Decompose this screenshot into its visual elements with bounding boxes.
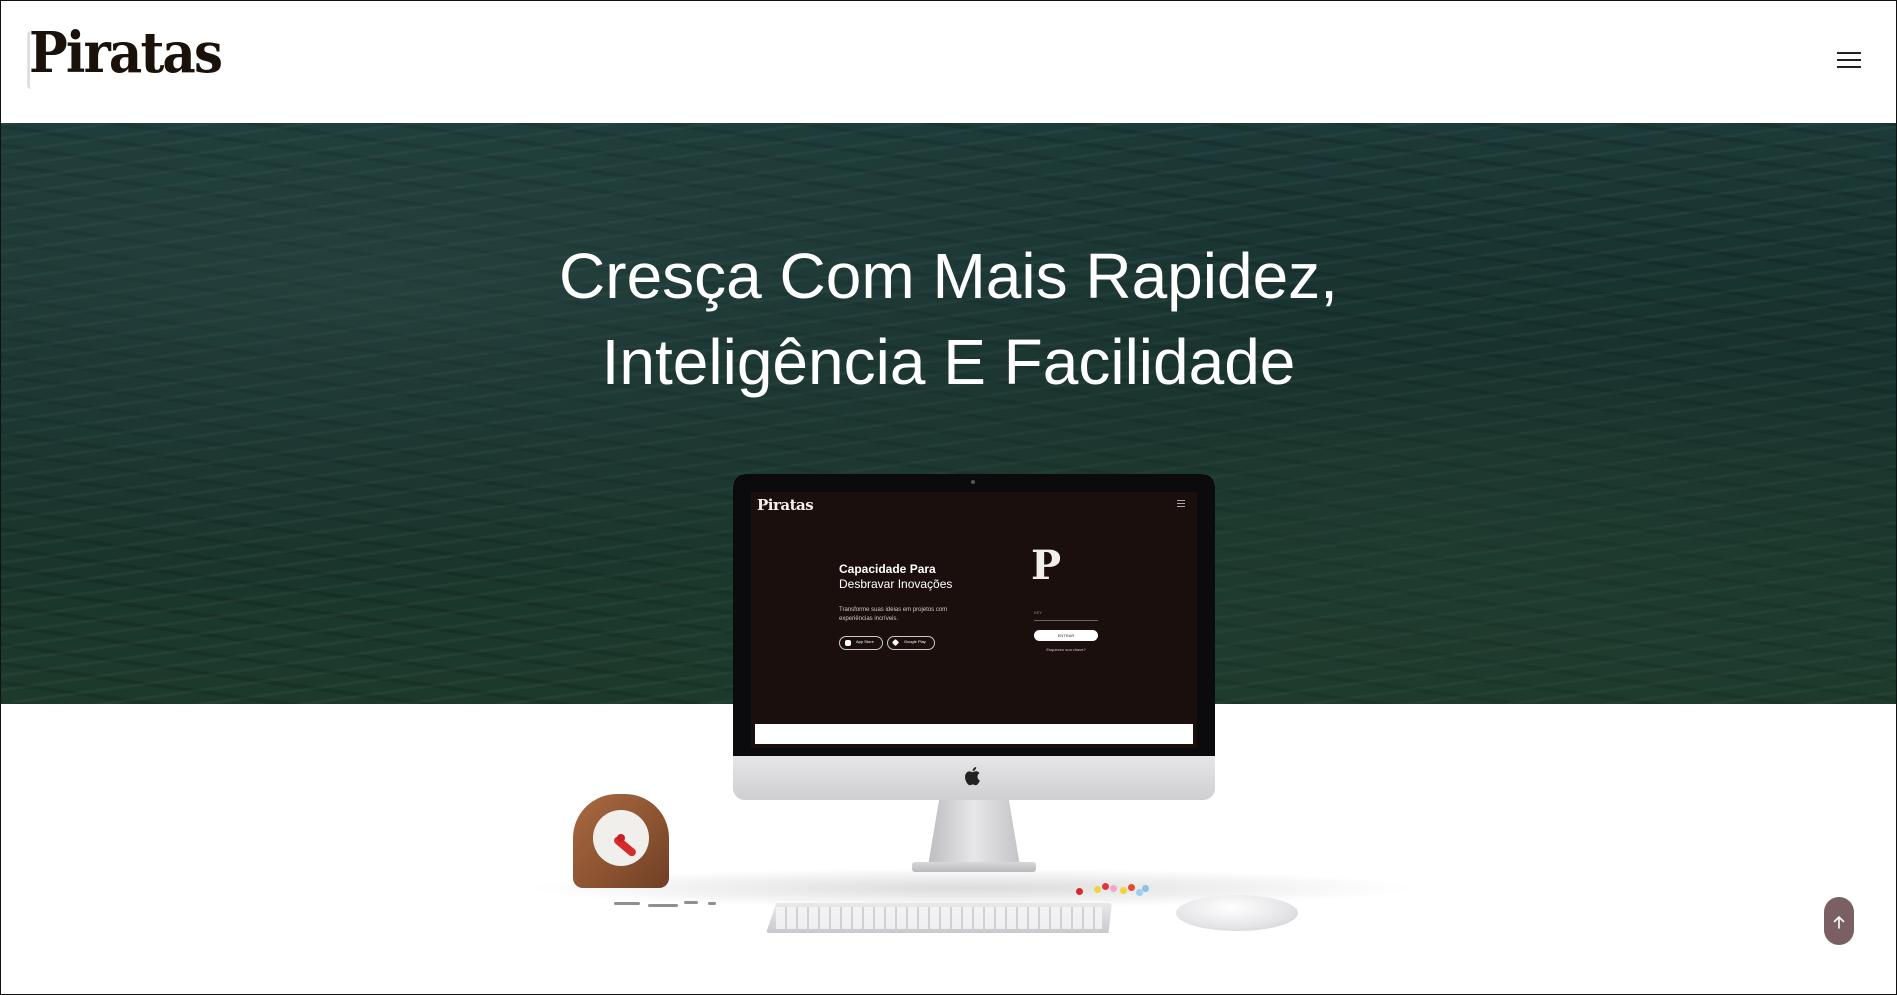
monitor-screen: Piratas Capacidade Para Desbravar Inovaç…: [751, 492, 1197, 748]
candy: [1102, 883, 1109, 890]
keyboard: [766, 903, 1112, 933]
screen-forgot-link: Esqueceu sua chave?: [1046, 647, 1086, 652]
screen-google-play-label: Google Play: [904, 639, 926, 644]
monitor-stand-base: [912, 862, 1036, 872]
screen-heading-bold: Capacidade Para: [839, 562, 936, 576]
clock-center: [617, 834, 625, 842]
clock-face: [593, 810, 649, 866]
candy: [1120, 887, 1127, 894]
candy: [1094, 886, 1101, 893]
screen-menu-icon: [1177, 500, 1185, 509]
screen-heading: Capacidade Para Desbravar Inovações: [839, 562, 952, 592]
screen-heading-regular: Desbravar Inovações: [839, 577, 953, 591]
candy: [1110, 885, 1117, 892]
arrow-up-icon: [1833, 916, 1845, 929]
candy: [1076, 888, 1083, 895]
mouse: [1176, 895, 1298, 931]
monitor-stand: [928, 800, 1020, 866]
paper-clip: [684, 901, 698, 904]
monitor-bezel: Piratas Capacidade Para Desbravar Inovaç…: [733, 474, 1215, 756]
paper-clip: [614, 902, 640, 905]
hero-title-line-1: Cresça Com Mais Rapidez,: [559, 240, 1338, 312]
apple-icon: [845, 640, 851, 646]
site-header: Piratas: [1, 1, 1896, 123]
hero-title: Cresça Com Mais Rapidez, Inteligência E …: [1, 233, 1896, 405]
screen-logo: Piratas: [757, 496, 814, 514]
screen-enter-button: ENTRAR: [1034, 630, 1098, 641]
camera-dot: [971, 480, 975, 484]
google-play-icon: [891, 638, 900, 647]
desk-clock: [573, 794, 669, 888]
apple-logo-icon: [965, 767, 980, 786]
hero-title-line-2: Inteligência E Facilidade: [601, 326, 1296, 398]
hamburger-menu-icon[interactable]: [1837, 52, 1861, 70]
scroll-to-top-button[interactable]: [1824, 897, 1854, 945]
candy: [1142, 885, 1149, 892]
screen-app-store-label: App Store: [856, 639, 874, 644]
screen-field-line: [1034, 620, 1098, 621]
screen-footer: [755, 724, 1193, 744]
monitor-mockup: Piratas Capacidade Para Desbravar Inovaç…: [733, 474, 1215, 800]
paper-clip: [708, 902, 716, 905]
screen-app-store-badge: App Store: [839, 636, 883, 650]
site-logo[interactable]: Piratas: [27, 25, 223, 89]
screen-brand-mark: P: [1031, 542, 1062, 589]
screen-paragraph: Transforme suas ideias em projetos com e…: [839, 607, 948, 622]
candy: [1128, 884, 1135, 891]
paper-clip: [648, 904, 678, 907]
screen-field-label: KEY: [1034, 610, 1043, 615]
screen-google-play-badge: Google Play: [887, 636, 935, 650]
